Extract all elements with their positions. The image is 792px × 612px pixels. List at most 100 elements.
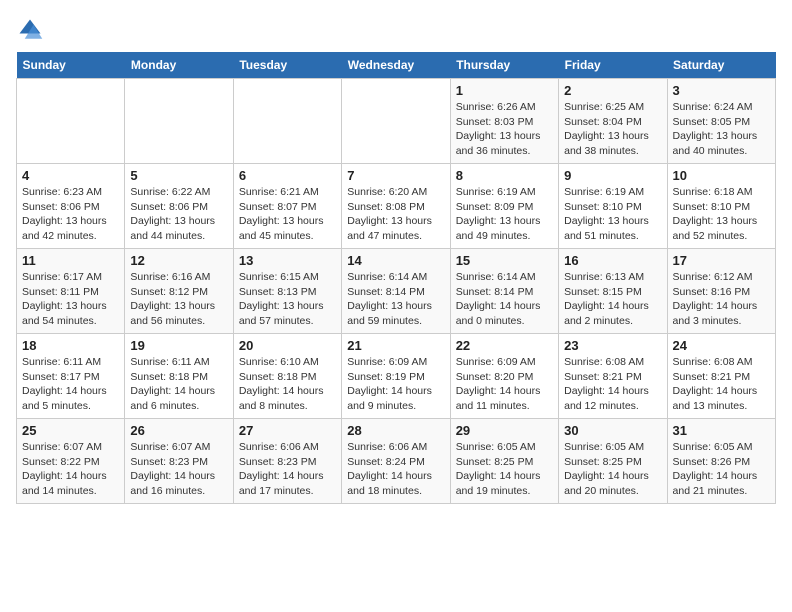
calendar-cell <box>17 79 125 164</box>
day-info: Sunrise: 6:11 AM Sunset: 8:18 PM Dayligh… <box>130 355 227 414</box>
calendar-cell: 10 Sunrise: 6:18 AM Sunset: 8:10 PM Dayli… <box>667 164 775 249</box>
day-info: Sunrise: 6:05 AM Sunset: 8:25 PM Dayligh… <box>456 440 553 499</box>
calendar-cell: 28 Sunrise: 6:06 AM Sunset: 8:24 PM Dayli… <box>342 419 450 504</box>
logo <box>16 16 48 44</box>
day-number: 16 <box>564 253 661 268</box>
calendar-cell: 4 Sunrise: 6:23 AM Sunset: 8:06 PM Daylig… <box>17 164 125 249</box>
day-number: 31 <box>673 423 770 438</box>
calendar-cell: 12 Sunrise: 6:16 AM Sunset: 8:12 PM Dayli… <box>125 249 233 334</box>
calendar-cell: 24 Sunrise: 6:08 AM Sunset: 8:21 PM Dayli… <box>667 334 775 419</box>
day-header: Thursday <box>450 52 558 79</box>
calendar-cell: 11Sunrise: 6:17 AM Sunset: 8:11 PM Dayli… <box>17 249 125 334</box>
day-info: Sunrise: 6:08 AM Sunset: 8:21 PM Dayligh… <box>673 355 770 414</box>
day-info: Sunrise: 6:13 AM Sunset: 8:15 PM Dayligh… <box>564 270 661 329</box>
day-info: Sunrise: 6:19 AM Sunset: 8:10 PM Dayligh… <box>564 185 661 244</box>
day-info: Sunrise: 6:17 AM Sunset: 8:11 PM Dayligh… <box>22 270 119 329</box>
day-info: Sunrise: 6:16 AM Sunset: 8:12 PM Dayligh… <box>130 270 227 329</box>
day-number: 2 <box>564 83 661 98</box>
day-info: Sunrise: 6:06 AM Sunset: 8:23 PM Dayligh… <box>239 440 336 499</box>
day-number: 15 <box>456 253 553 268</box>
day-info: Sunrise: 6:06 AM Sunset: 8:24 PM Dayligh… <box>347 440 444 499</box>
calendar-cell: 14 Sunrise: 6:14 AM Sunset: 8:14 PM Dayli… <box>342 249 450 334</box>
day-number: 29 <box>456 423 553 438</box>
calendar-cell: 8 Sunrise: 6:19 AM Sunset: 8:09 PM Daylig… <box>450 164 558 249</box>
calendar-cell: 17Sunrise: 6:12 AM Sunset: 8:16 PM Dayli… <box>667 249 775 334</box>
day-info: Sunrise: 6:23 AM Sunset: 8:06 PM Dayligh… <box>22 185 119 244</box>
day-info: Sunrise: 6:19 AM Sunset: 8:09 PM Dayligh… <box>456 185 553 244</box>
day-header: Saturday <box>667 52 775 79</box>
calendar-table: SundayMondayTuesdayWednesdayThursdayFrid… <box>16 52 776 504</box>
day-info: Sunrise: 6:08 AM Sunset: 8:21 PM Dayligh… <box>564 355 661 414</box>
calendar-cell: 2 Sunrise: 6:25 AM Sunset: 8:04 PM Daylig… <box>559 79 667 164</box>
calendar-cell: 21 Sunrise: 6:09 AM Sunset: 8:19 PM Dayli… <box>342 334 450 419</box>
day-number: 18 <box>22 338 119 353</box>
day-info: Sunrise: 6:14 AM Sunset: 8:14 PM Dayligh… <box>347 270 444 329</box>
day-info: Sunrise: 6:05 AM Sunset: 8:25 PM Dayligh… <box>564 440 661 499</box>
calendar-cell: 7Sunrise: 6:20 AM Sunset: 8:08 PM Daylig… <box>342 164 450 249</box>
calendar-cell: 20 Sunrise: 6:10 AM Sunset: 8:18 PM Dayli… <box>233 334 341 419</box>
logo-icon <box>16 16 44 44</box>
day-info: Sunrise: 6:14 AM Sunset: 8:14 PM Dayligh… <box>456 270 553 329</box>
calendar-cell: 3Sunrise: 6:24 AM Sunset: 8:05 PM Daylig… <box>667 79 775 164</box>
day-info: Sunrise: 6:18 AM Sunset: 8:10 PM Dayligh… <box>673 185 770 244</box>
day-info: Sunrise: 6:07 AM Sunset: 8:23 PM Dayligh… <box>130 440 227 499</box>
day-header: Wednesday <box>342 52 450 79</box>
day-info: Sunrise: 6:10 AM Sunset: 8:18 PM Dayligh… <box>239 355 336 414</box>
calendar-cell: 30 Sunrise: 6:05 AM Sunset: 8:25 PM Dayli… <box>559 419 667 504</box>
day-number: 25 <box>22 423 119 438</box>
calendar-cell <box>233 79 341 164</box>
day-number: 12 <box>130 253 227 268</box>
calendar-week-row: 4 Sunrise: 6:23 AM Sunset: 8:06 PM Daylig… <box>17 164 776 249</box>
calendar-cell: 13 Sunrise: 6:15 AM Sunset: 8:13 PM Dayli… <box>233 249 341 334</box>
day-number: 28 <box>347 423 444 438</box>
calendar-cell: 22 Sunrise: 6:09 AM Sunset: 8:20 PM Dayli… <box>450 334 558 419</box>
day-number: 24 <box>673 338 770 353</box>
day-info: Sunrise: 6:20 AM Sunset: 8:08 PM Dayligh… <box>347 185 444 244</box>
day-number: 19 <box>130 338 227 353</box>
day-number: 30 <box>564 423 661 438</box>
day-number: 26 <box>130 423 227 438</box>
calendar-week-row: 11Sunrise: 6:17 AM Sunset: 8:11 PM Dayli… <box>17 249 776 334</box>
day-info: Sunrise: 6:07 AM Sunset: 8:22 PM Dayligh… <box>22 440 119 499</box>
day-info: Sunrise: 6:22 AM Sunset: 8:06 PM Dayligh… <box>130 185 227 244</box>
day-header: Sunday <box>17 52 125 79</box>
calendar-cell: 19 Sunrise: 6:11 AM Sunset: 8:18 PM Dayli… <box>125 334 233 419</box>
day-number: 14 <box>347 253 444 268</box>
day-info: Sunrise: 6:11 AM Sunset: 8:17 PM Dayligh… <box>22 355 119 414</box>
day-number: 20 <box>239 338 336 353</box>
calendar-cell: 29 Sunrise: 6:05 AM Sunset: 8:25 PM Dayli… <box>450 419 558 504</box>
calendar-cell: 27Sunrise: 6:06 AM Sunset: 8:23 PM Dayli… <box>233 419 341 504</box>
calendar-week-row: 25 Sunrise: 6:07 AM Sunset: 8:22 PM Dayli… <box>17 419 776 504</box>
calendar-cell: 5 Sunrise: 6:22 AM Sunset: 8:06 PM Daylig… <box>125 164 233 249</box>
calendar-cell: 6 Sunrise: 6:21 AM Sunset: 8:07 PM Daylig… <box>233 164 341 249</box>
calendar-cell: 26 Sunrise: 6:07 AM Sunset: 8:23 PM Dayli… <box>125 419 233 504</box>
calendar-cell: 18 Sunrise: 6:11 AM Sunset: 8:17 PM Dayli… <box>17 334 125 419</box>
day-number: 1 <box>456 83 553 98</box>
calendar-cell: 1Sunrise: 6:26 AM Sunset: 8:03 PM Daylig… <box>450 79 558 164</box>
day-info: Sunrise: 6:25 AM Sunset: 8:04 PM Dayligh… <box>564 100 661 159</box>
day-header: Tuesday <box>233 52 341 79</box>
day-number: 9 <box>564 168 661 183</box>
day-header: Friday <box>559 52 667 79</box>
calendar-cell: 25 Sunrise: 6:07 AM Sunset: 8:22 PM Dayli… <box>17 419 125 504</box>
day-info: Sunrise: 6:09 AM Sunset: 8:20 PM Dayligh… <box>456 355 553 414</box>
day-info: Sunrise: 6:09 AM Sunset: 8:19 PM Dayligh… <box>347 355 444 414</box>
calendar-cell: 23Sunrise: 6:08 AM Sunset: 8:21 PM Dayli… <box>559 334 667 419</box>
calendar-header-row: SundayMondayTuesdayWednesdayThursdayFrid… <box>17 52 776 79</box>
day-info: Sunrise: 6:21 AM Sunset: 8:07 PM Dayligh… <box>239 185 336 244</box>
day-number: 6 <box>239 168 336 183</box>
day-number: 4 <box>22 168 119 183</box>
day-info: Sunrise: 6:05 AM Sunset: 8:26 PM Dayligh… <box>673 440 770 499</box>
day-number: 10 <box>673 168 770 183</box>
calendar-cell <box>342 79 450 164</box>
calendar-cell: 31 Sunrise: 6:05 AM Sunset: 8:26 PM Dayli… <box>667 419 775 504</box>
day-number: 22 <box>456 338 553 353</box>
day-number: 17 <box>673 253 770 268</box>
day-number: 13 <box>239 253 336 268</box>
calendar-cell: 9 Sunrise: 6:19 AM Sunset: 8:10 PM Daylig… <box>559 164 667 249</box>
day-info: Sunrise: 6:15 AM Sunset: 8:13 PM Dayligh… <box>239 270 336 329</box>
page-header <box>16 16 776 44</box>
day-number: 8 <box>456 168 553 183</box>
day-number: 5 <box>130 168 227 183</box>
day-number: 21 <box>347 338 444 353</box>
